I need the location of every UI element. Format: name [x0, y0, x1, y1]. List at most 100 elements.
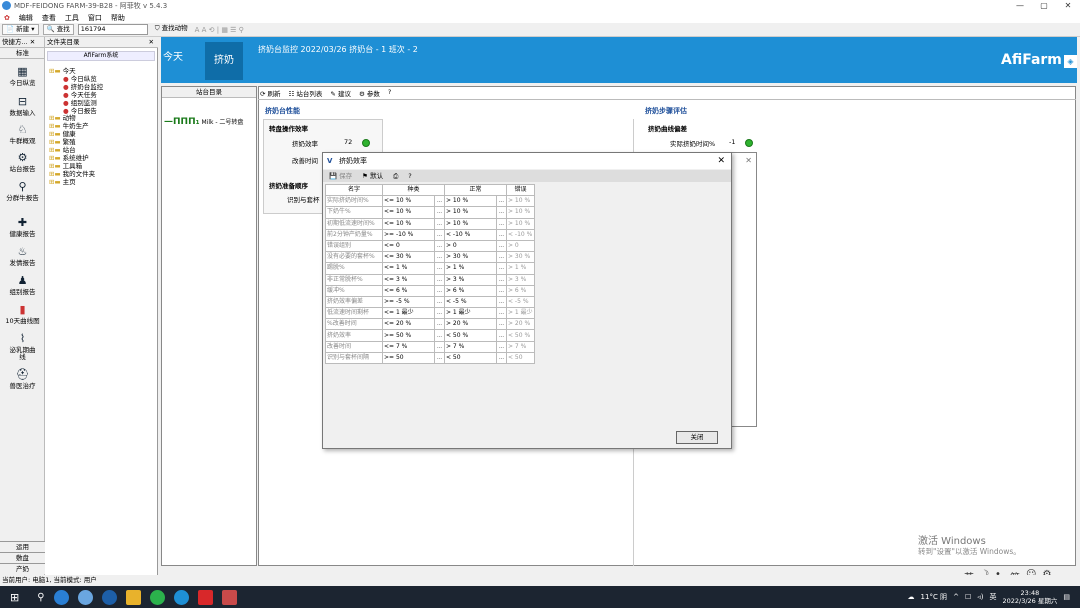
- quick-item-group-cow-report[interactable]: ⚲ 分群牛报告: [0, 180, 45, 202]
- station-list-button[interactable]: ☷ 站台列表: [289, 88, 323, 99]
- dropdown-button[interactable]: …: [434, 307, 445, 320]
- quick-item-heat-report[interactable]: ♨ 发情报告: [0, 245, 45, 267]
- dropdown-button[interactable]: …: [496, 195, 507, 208]
- sidebar-bottom-apply[interactable]: 运用: [0, 541, 45, 552]
- quick-item-vet-treatment[interactable]: ⛑ 兽医治疗: [0, 368, 45, 390]
- menu-tools[interactable]: 工具: [65, 13, 79, 23]
- taskbar-app-pdf-icon[interactable]: [221, 589, 237, 605]
- dropdown-button[interactable]: …: [434, 340, 445, 353]
- minimize-button[interactable]: —: [1008, 0, 1032, 12]
- dropdown-button[interactable]: …: [434, 195, 445, 208]
- row-type-value[interactable]: <= 30 %: [382, 251, 435, 264]
- quick-item-herd-overview[interactable]: ♘ 牛群概观: [0, 123, 45, 145]
- row-normal-value[interactable]: > 3 %: [444, 273, 497, 286]
- dropdown-button[interactable]: …: [434, 251, 445, 264]
- find-animal-button[interactable]: ⛉ 查找动物: [152, 24, 191, 35]
- dropdown-button[interactable]: …: [496, 239, 507, 253]
- dropdown-button[interactable]: …: [496, 307, 507, 320]
- quick-item-today-overview[interactable]: ▦ 今日纵览: [0, 65, 45, 87]
- row-type-value[interactable]: >= -10 %: [382, 228, 435, 241]
- taskbar-app-wps-icon[interactable]: [197, 589, 213, 605]
- close-button[interactable]: 关闭: [676, 431, 718, 444]
- quick-item-lactation-curve[interactable]: ⌇ 泌乳期曲线: [0, 332, 45, 361]
- row-type-value[interactable]: <= 7 %: [382, 340, 435, 353]
- dialog-close-icon[interactable]: ✕: [717, 153, 725, 169]
- new-button[interactable]: 📄 新建 ▾: [2, 24, 39, 35]
- dropdown-button[interactable]: …: [496, 273, 507, 286]
- tray-ime[interactable]: 英: [989, 592, 996, 602]
- search-icon[interactable]: ⚲: [37, 592, 44, 603]
- network-icon[interactable]: ☐: [965, 593, 971, 601]
- app-menu-icon[interactable]: ✿: [4, 14, 10, 22]
- row-type-value[interactable]: <= 10 %: [382, 206, 435, 219]
- sidebar-bottom-plate[interactable]: 敷盘: [0, 552, 45, 563]
- dropdown-button[interactable]: …: [496, 295, 507, 309]
- row-normal-value[interactable]: > 0: [444, 239, 497, 253]
- row-normal-value[interactable]: < -5 %: [444, 295, 497, 309]
- row-type-value[interactable]: <= 6 %: [382, 284, 435, 297]
- row-normal-value[interactable]: > 1 %: [444, 262, 497, 275]
- quick-item-health-report[interactable]: ✚ 健康报告: [0, 216, 45, 238]
- taskbar-app-tool-icon[interactable]: [77, 589, 93, 605]
- folder-tree-root[interactable]: AfiFarm系统: [47, 51, 155, 61]
- dropdown-button[interactable]: …: [434, 329, 445, 342]
- weather-icon[interactable]: ☁: [908, 593, 915, 601]
- start-button[interactable]: ⊞: [10, 591, 19, 604]
- maximize-button[interactable]: ▢: [1032, 0, 1056, 12]
- dropdown-button[interactable]: …: [496, 351, 507, 365]
- taskbar-app-wechat-icon[interactable]: [149, 589, 165, 605]
- menu-edit[interactable]: 编辑: [19, 13, 33, 23]
- dropdown-button[interactable]: …: [496, 217, 507, 230]
- print-icon[interactable]: ⎙: [393, 170, 398, 182]
- close-window-button[interactable]: ✕: [1056, 0, 1080, 12]
- taskbar-app-browser-icon[interactable]: [53, 589, 69, 605]
- row-normal-value[interactable]: < -10 %: [444, 228, 497, 241]
- menu-help[interactable]: 帮助: [111, 13, 125, 23]
- quick-item-data-entry[interactable]: ⊟ 数据输入: [0, 95, 45, 117]
- dropdown-button[interactable]: …: [496, 206, 507, 219]
- row-normal-value[interactable]: < 50 %: [444, 329, 497, 342]
- dropdown-button[interactable]: …: [434, 262, 445, 275]
- row-normal-value[interactable]: > 30 %: [444, 251, 497, 264]
- search-input[interactable]: 161794: [77, 24, 148, 35]
- menu-view[interactable]: 查看: [42, 13, 56, 23]
- save-button[interactable]: 💾 保存: [329, 170, 352, 182]
- dropdown-button[interactable]: …: [434, 351, 445, 365]
- weather-text[interactable]: 11°C 阴: [921, 592, 948, 602]
- quick-item-group-report[interactable]: ♟ 组别报告: [0, 274, 45, 296]
- quick-item-station-report[interactable]: ⚙ 站台报告: [0, 151, 45, 173]
- dropdown-button[interactable]: …: [434, 295, 445, 309]
- taskbar-app-afifarm-icon[interactable]: [173, 589, 189, 605]
- dropdown-button[interactable]: …: [496, 284, 507, 297]
- tray-expand-icon[interactable]: ^: [953, 593, 959, 601]
- row-type-value[interactable]: >= 50: [382, 351, 435, 365]
- menu-window[interactable]: 窗口: [88, 13, 102, 23]
- tab-today[interactable]: 今天: [163, 48, 183, 63]
- help-icon[interactable]: ?: [388, 88, 391, 99]
- notification-icon[interactable]: ▤: [1063, 593, 1070, 601]
- row-normal-value[interactable]: < 50: [444, 351, 497, 365]
- row-type-value[interactable]: <= 10 %: [382, 195, 435, 208]
- dropdown-button[interactable]: …: [496, 340, 507, 353]
- row-normal-value[interactable]: > 10 %: [444, 195, 497, 208]
- dropdown-button[interactable]: …: [434, 239, 445, 253]
- row-normal-value[interactable]: > 20 %: [444, 318, 497, 331]
- dropdown-button[interactable]: …: [496, 262, 507, 275]
- sidebar-bottom-milk[interactable]: 产奶: [0, 563, 45, 574]
- close-icon[interactable]: ✕: [745, 156, 752, 165]
- dropdown-button[interactable]: …: [434, 217, 445, 230]
- row-type-value[interactable]: <= 1 %: [382, 262, 435, 275]
- default-button[interactable]: ⚑ 默认: [362, 170, 383, 182]
- row-normal-value[interactable]: > 10 %: [444, 206, 497, 219]
- advice-button[interactable]: ✎ 建议: [330, 88, 351, 99]
- taskbar-app-folder-icon[interactable]: [125, 589, 141, 605]
- params-button[interactable]: ⚙ 参数: [359, 88, 380, 99]
- row-type-value[interactable]: >= -5 %: [382, 295, 435, 309]
- row-normal-value[interactable]: > 7 %: [444, 340, 497, 353]
- taskbar-app-meeting-icon[interactable]: [101, 589, 117, 605]
- row-type-value[interactable]: <= 0: [382, 239, 435, 253]
- row-type-value[interactable]: <= 10 %: [382, 217, 435, 230]
- dropdown-button[interactable]: …: [496, 228, 507, 241]
- tab-milking[interactable]: 挤奶: [205, 42, 243, 80]
- dropdown-button[interactable]: …: [434, 284, 445, 297]
